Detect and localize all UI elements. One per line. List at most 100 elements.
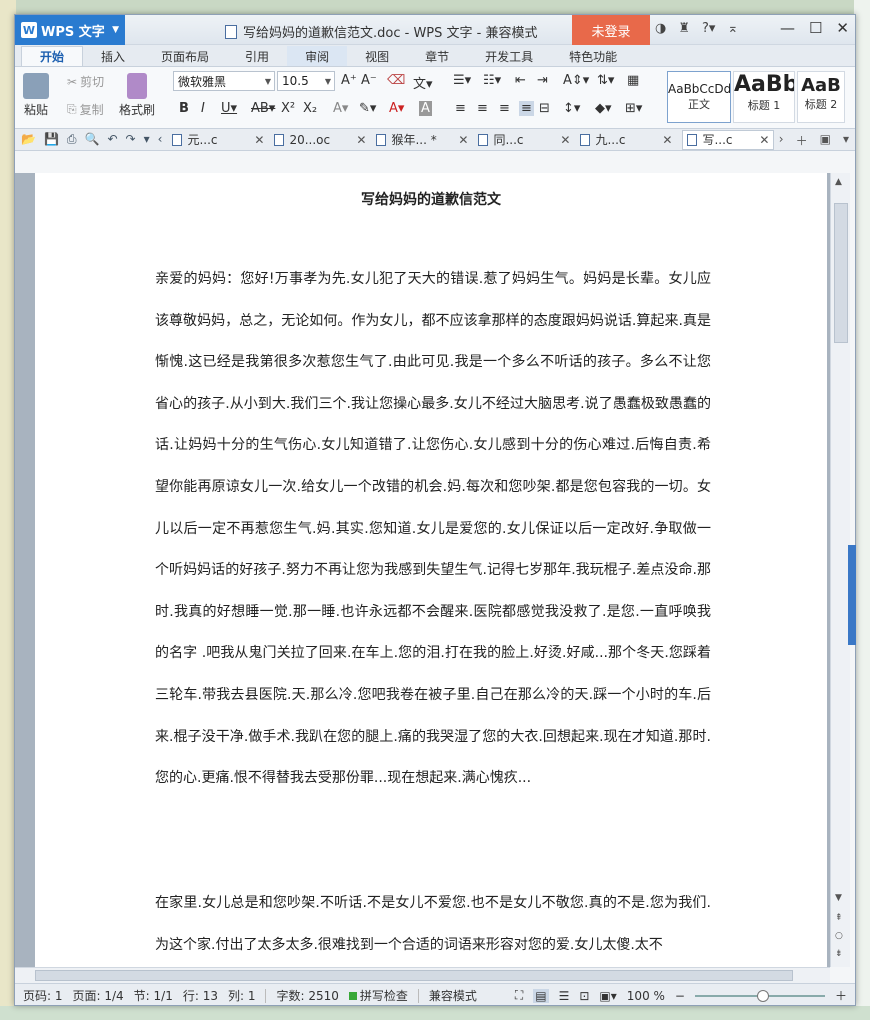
close-icon[interactable]: ✕ (560, 133, 570, 147)
maximize-icon[interactable]: ☐ (809, 19, 822, 37)
spell-check[interactable]: 拼写检查 (348, 987, 408, 1004)
doc-tab[interactable]: 元...c ✕ (172, 131, 264, 148)
text-effect-icon[interactable]: A▾ (333, 101, 348, 116)
tabs-left-icon[interactable]: ‹ (158, 132, 163, 147)
borders-icon[interactable]: ⊞▾ (625, 101, 642, 116)
sort-icon[interactable]: ⇅▾ (597, 73, 614, 88)
format-painter-button[interactable]: 格式刷 (119, 73, 155, 118)
preview-icon[interactable]: 🔍 (85, 132, 100, 147)
body-paragraph[interactable]: 在家里.女儿总是和您吵架.不听话.不是女儿不爱您.也不是女儿不敬您.真的不是.您… (155, 883, 711, 966)
full-screen-icon[interactable]: ⛶ (515, 988, 523, 1003)
help-icon[interactable]: ?▾ (702, 21, 715, 36)
document-page[interactable]: 写给妈妈的道歉信范文 亲爱的妈妈：您好!万事孝为先.女儿犯了天大的错误.惹了妈妈… (35, 173, 827, 967)
style-heading-2[interactable]: AaB 标题 2 (797, 71, 845, 123)
tab-page-layout[interactable]: 页面布局 (143, 46, 227, 66)
cut-button[interactable]: ✂ 剪切 (67, 73, 104, 90)
increase-indent-icon[interactable]: ⇥ (537, 73, 548, 88)
grow-font-icon[interactable]: A⁺ (341, 73, 357, 88)
underline-icon[interactable]: U▾ (221, 101, 237, 116)
scroll-up-icon[interactable]: ▲ (835, 177, 842, 187)
tab-menu-icon[interactable]: ▾ (843, 132, 849, 149)
next-page-icon[interactable]: ⇟ (835, 949, 843, 959)
clear-format-icon[interactable]: ⌫ (387, 73, 405, 88)
distributed-icon[interactable]: ⊟ (539, 101, 550, 116)
close-icon[interactable]: ✕ (836, 19, 849, 37)
align-right-icon[interactable]: ≡ (499, 101, 510, 116)
superscript-icon[interactable]: X² (281, 101, 295, 116)
web-view-icon[interactable]: ⊡ (579, 989, 589, 1003)
zoom-out-icon[interactable]: − (675, 989, 685, 1003)
align-center-icon[interactable]: ≡ (477, 101, 488, 116)
italic-icon[interactable]: I (201, 101, 205, 116)
doc-tab-active[interactable]: 写...c ✕ (682, 129, 775, 150)
print-icon[interactable]: ⎙ (67, 132, 77, 147)
close-icon[interactable]: ✕ (356, 133, 366, 147)
numbering-icon[interactable]: ☷▾ (483, 73, 501, 88)
shading-icon[interactable]: ◆▾ (595, 101, 612, 116)
status-words[interactable]: 字数: 2510 (276, 987, 338, 1004)
tab-chapter[interactable]: 章节 (407, 46, 467, 66)
phonetic-icon[interactable]: 文▾ (413, 73, 433, 92)
app-menu-button[interactable]: W WPS 文字 ▼ (15, 15, 125, 45)
page-view-icon[interactable]: ▤ (533, 988, 549, 1003)
bullets-icon[interactable]: ☰▾ (453, 73, 471, 88)
side-panel-handle[interactable] (848, 545, 856, 645)
strikethrough-icon[interactable]: AB▾ (251, 101, 275, 116)
doc-tab[interactable]: 20...oc ✕ (274, 133, 366, 147)
document-canvas[interactable]: 写给妈妈的道歉信范文 亲爱的妈妈：您好!万事孝为先.女儿犯了天大的错误.惹了妈妈… (15, 173, 830, 967)
bold-icon[interactable]: B (179, 101, 189, 116)
font-color-icon[interactable]: A▾ (389, 101, 404, 116)
paste-button[interactable]: 粘贴 (23, 73, 49, 118)
vertical-scrollbar[interactable]: ▲ ▼ ⇞ ○ ⇟ (830, 173, 850, 967)
doc-tab[interactable]: 同...c ✕ (478, 131, 570, 148)
copy-button[interactable]: ⎘ 复制 (67, 101, 104, 118)
zoom-level[interactable]: 100 % (627, 989, 665, 1003)
collapse-ribbon-icon[interactable]: ⌅ (727, 21, 738, 36)
horizontal-scrollbar[interactable] (15, 967, 830, 983)
zoom-in-icon[interactable]: ＋ (835, 987, 847, 1004)
doc-tab[interactable]: 九...c ✕ (580, 131, 672, 148)
customize-icon[interactable]: ▾ (144, 132, 150, 147)
close-icon[interactable]: ✕ (254, 133, 264, 147)
prev-page-icon[interactable]: ⇞ (835, 913, 843, 923)
minimize-icon[interactable]: — (780, 19, 795, 37)
close-icon[interactable]: ✕ (458, 133, 468, 147)
tabs-right-icon[interactable]: › (779, 132, 784, 149)
login-button[interactable]: 未登录 (572, 15, 650, 45)
tab-references[interactable]: 引用 (227, 46, 287, 66)
scroll-down-icon[interactable]: ▼ (835, 893, 842, 903)
vertical-scroll-thumb[interactable] (834, 203, 848, 343)
close-icon[interactable]: ✕ (662, 133, 672, 147)
reading-view-icon[interactable]: ▣▾ (599, 989, 616, 1003)
body-paragraph[interactable]: 亲爱的妈妈：您好!万事孝为先.女儿犯了天大的错误.惹了妈妈生气。妈妈是长辈。女儿… (155, 259, 711, 800)
horizontal-scroll-thumb[interactable] (35, 970, 793, 981)
tab-insert[interactable]: 插入 (83, 46, 143, 66)
zoom-slider-knob[interactable] (756, 989, 769, 1002)
tab-features[interactable]: 特色功能 (551, 46, 635, 66)
justify-icon[interactable]: ≡ (519, 101, 534, 116)
close-icon[interactable]: ✕ (759, 133, 769, 147)
open-icon[interactable]: 📂 (21, 132, 36, 147)
highlight-icon[interactable]: ✎▾ (359, 101, 376, 116)
align-left-icon[interactable]: ≡ (455, 101, 466, 116)
tab-developer[interactable]: 开发工具 (467, 46, 551, 66)
new-tab-icon[interactable]: ＋ (796, 132, 808, 149)
line-spacing-icon[interactable]: ↕▾ (563, 101, 580, 116)
skin-icon[interactable]: ◑ (655, 21, 666, 36)
style-heading-1[interactable]: AaBb 标题 1 (733, 71, 795, 123)
tab-list-icon[interactable]: ▣ (820, 132, 831, 149)
tab-view[interactable]: 视图 (347, 46, 407, 66)
tab-home[interactable]: 开始 (21, 46, 84, 66)
shrink-font-icon[interactable]: A⁻ (361, 73, 377, 88)
redo-icon[interactable]: ↷ (126, 132, 136, 147)
undo-icon[interactable]: ↶ (107, 132, 117, 147)
table-icon[interactable]: ▦ (627, 73, 639, 88)
char-scale-icon[interactable]: A⇕▾ (563, 73, 589, 88)
subscript-icon[interactable]: X₂ (303, 101, 317, 116)
shirt-icon[interactable]: ♜ (678, 21, 690, 36)
style-normal[interactable]: AaBbCcDd 正文 (667, 71, 731, 123)
save-icon[interactable]: 💾 (44, 132, 59, 147)
tab-review[interactable]: 审阅 (287, 46, 348, 66)
font-size-select[interactable]: 10.5 ▼ (277, 71, 335, 91)
outline-view-icon[interactable]: ☰ (559, 989, 570, 1003)
